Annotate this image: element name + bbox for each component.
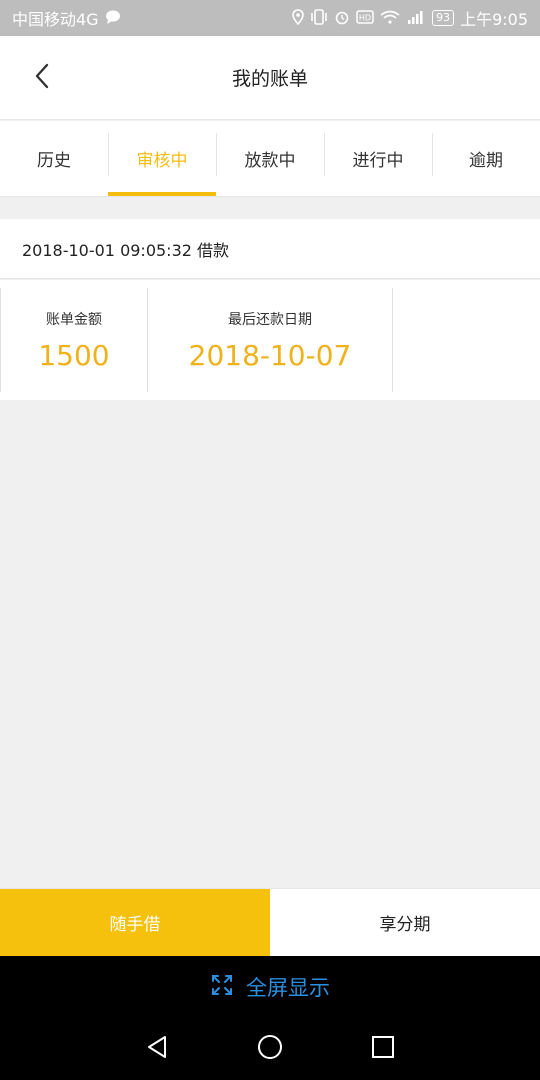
chevron-left-icon	[33, 62, 51, 94]
bill-card[interactable]: 账单金额 1500 最后还款日期 2018-10-07	[0, 280, 540, 400]
tab-in-progress[interactable]: 进行中	[324, 121, 432, 196]
bill-due-label: 最后还款日期	[228, 311, 312, 328]
carrier-label: 中国移动4G	[12, 10, 99, 29]
tab-reviewing[interactable]: 审核中	[108, 121, 216, 196]
status-bar: 中国移动4G HD 93 上午9:05	[0, 0, 540, 36]
clock-label: 上午9:05	[460, 10, 528, 29]
wifi-icon	[380, 10, 400, 27]
svg-text:HD: HD	[359, 13, 371, 22]
bill-amount-value: 1500	[38, 338, 110, 372]
status-right: HD 93 上午9:05	[292, 6, 528, 30]
triangle-back-icon	[144, 1034, 170, 1064]
action-bar: 随手借 享分期	[0, 888, 540, 956]
back-button[interactable]	[26, 60, 58, 96]
circle-home-icon	[256, 1033, 284, 1065]
fullscreen-toggle[interactable]: 全屏显示	[0, 956, 540, 1018]
signal-icon	[406, 10, 426, 27]
nav-back-button[interactable]	[137, 1029, 177, 1069]
vibrate-icon	[310, 8, 328, 28]
bill-amount-label: 账单金额	[46, 311, 102, 328]
square-recents-icon	[370, 1034, 396, 1064]
fullscreen-label: 全屏显示	[246, 976, 330, 1000]
page: 中国移动4G HD 93 上午9:05 我的账单 历史 审核中 放款中 进行中 …	[0, 0, 540, 1080]
bill-due-section: 最后还款日期 2018-10-07	[147, 288, 392, 392]
bill-empty-section	[392, 288, 540, 392]
tab-overdue[interactable]: 逾期	[432, 121, 540, 196]
system-nav-bar	[0, 1018, 540, 1080]
bill-due-value: 2018-10-07	[188, 338, 352, 372]
hd-icon: HD	[356, 9, 374, 27]
tab-history[interactable]: 历史	[0, 121, 108, 196]
quick-borrow-button[interactable]: 随手借	[0, 889, 270, 956]
location-icon	[292, 8, 304, 28]
page-title: 我的账单	[231, 68, 308, 90]
expand-icon	[210, 973, 234, 1002]
nav-home-button[interactable]	[250, 1029, 290, 1069]
installment-button[interactable]: 享分期	[270, 889, 540, 956]
battery-indicator: 93	[432, 10, 455, 26]
tab-bar: 历史 审核中 放款中 进行中 逾期	[0, 121, 540, 197]
bill-header[interactable]: 2018-10-01 09:05:32 借款	[0, 219, 540, 279]
nav-recents-button[interactable]	[363, 1029, 403, 1069]
chat-bubble-icon	[105, 10, 121, 27]
status-left: 中国移动4G	[12, 6, 121, 30]
header: 我的账单	[0, 36, 540, 120]
bill-amount-section: 账单金额 1500	[0, 288, 147, 392]
alarm-icon	[334, 9, 350, 28]
tab-disbursing[interactable]: 放款中	[216, 121, 324, 196]
